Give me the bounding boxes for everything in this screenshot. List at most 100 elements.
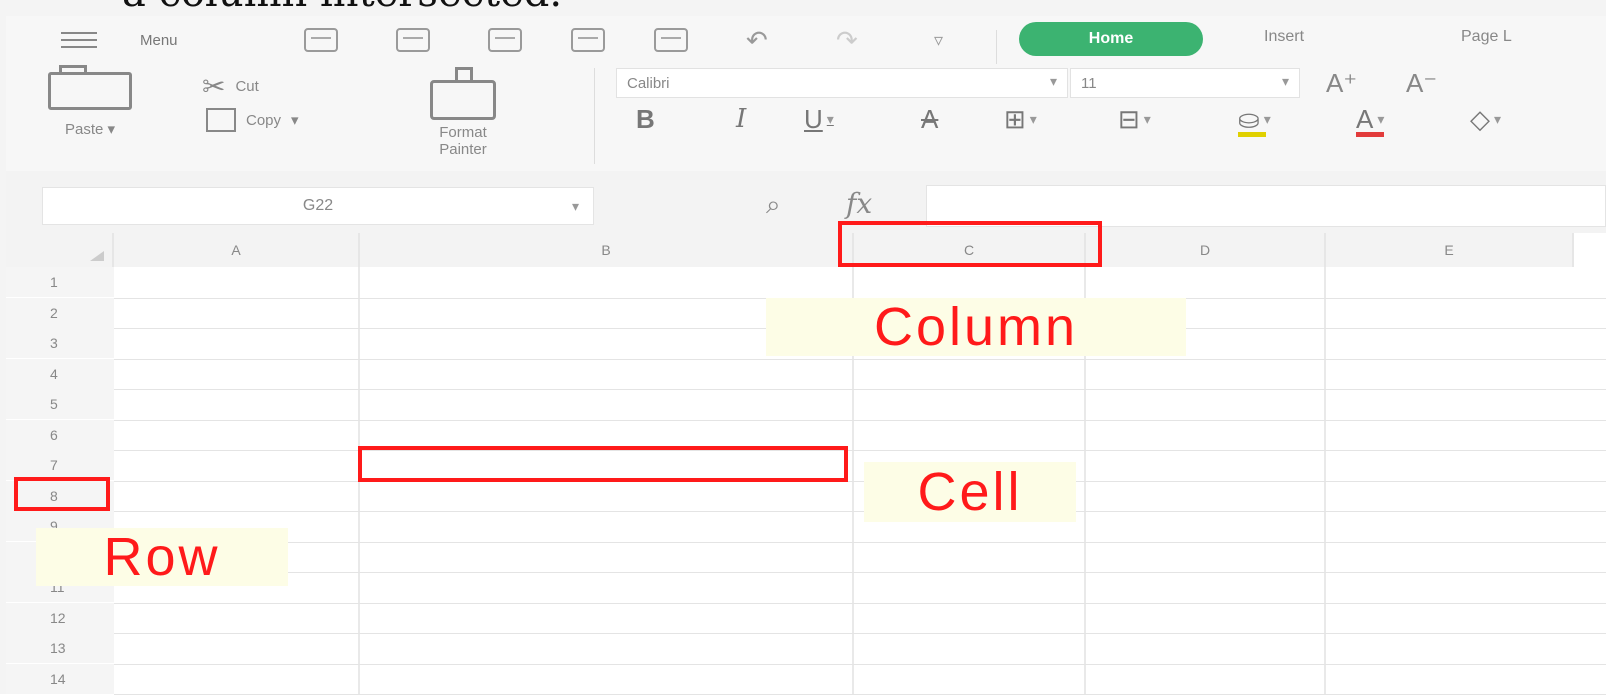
cell-annotation-label: Cell	[864, 462, 1076, 522]
toolbar-separator	[996, 30, 997, 64]
save-icon	[396, 28, 430, 52]
format-painter-label-1: Format	[439, 124, 487, 141]
menu-button[interactable]	[61, 26, 97, 54]
italic-button[interactable]: I	[736, 104, 746, 134]
save-button[interactable]	[396, 26, 430, 54]
font-family-value: Calibri	[627, 74, 670, 92]
print-icon	[571, 28, 605, 52]
row-header-2[interactable]: 2	[6, 297, 114, 328]
ribbon: Menu ↶ ↷ ▿ Home Insert Page L Paste ▾ ✂ …	[6, 16, 1606, 171]
open-file-button[interactable]	[304, 26, 338, 54]
font-size-select[interactable]: 11 ▾	[1070, 68, 1300, 98]
name-box[interactable]: G22 ▾	[42, 187, 594, 225]
name-box-value: G22	[302, 197, 334, 214]
tab-home[interactable]: Home	[1019, 22, 1203, 56]
strikethrough-button[interactable]: A	[921, 104, 938, 135]
font-color-button[interactable]: A ▾	[1356, 104, 1384, 137]
grow-font-icon: A⁺	[1326, 68, 1358, 98]
shrink-font-button[interactable]: A⁻	[1406, 68, 1437, 99]
tab-insert[interactable]: Insert	[1264, 28, 1304, 46]
redo-icon: ↷	[836, 25, 858, 55]
row-header-14[interactable]: 14	[6, 663, 114, 694]
hamburger-icon	[61, 32, 97, 48]
font-size-value: 11	[1081, 74, 1097, 92]
chevron-down-icon: ▾	[1281, 73, 1289, 89]
row-divider	[114, 572, 1606, 573]
merge-cells-button[interactable]: ⊟ ▾	[1118, 104, 1151, 135]
chevron-down-icon: ▾	[1263, 111, 1271, 127]
chevron-down-icon: ▾	[291, 112, 299, 129]
chevron-down-icon: ▾	[107, 121, 116, 138]
row-highlight-box	[14, 477, 110, 511]
merge-cells-icon: ⊟	[1118, 104, 1140, 134]
row-header-6[interactable]: 6	[6, 419, 114, 450]
grow-font-button[interactable]: A⁺	[1326, 68, 1357, 99]
print-preview-icon	[654, 28, 688, 52]
chevron-down-icon: ▾	[826, 111, 834, 127]
undo-icon: ↶	[746, 25, 768, 55]
undo-button[interactable]: ↶	[746, 26, 768, 54]
row-header-13[interactable]: 13	[6, 633, 114, 663]
cut-button[interactable]: ✂ Cut	[202, 70, 259, 103]
strikethrough-icon: A	[921, 104, 939, 134]
cut-label: Cut	[235, 78, 259, 95]
fill-color-button[interactable]: ⛀ ▾	[1238, 104, 1271, 137]
customize-dropdown-icon: ▿	[934, 30, 944, 50]
row-header-5[interactable]: 5	[6, 389, 114, 419]
font-family-select[interactable]: Calibri ▾	[616, 68, 1068, 98]
column-header-e[interactable]: E	[1326, 233, 1574, 267]
borders-button[interactable]: ⊞ ▾	[1004, 104, 1037, 135]
row-divider	[114, 358, 1606, 360]
row-header-4[interactable]: 4	[6, 358, 114, 389]
bold-icon: B	[636, 104, 655, 134]
print-preview-button[interactable]	[654, 26, 688, 54]
column-annotation-label: Column	[766, 298, 1186, 356]
copy-icon	[206, 108, 236, 132]
zoom-icon[interactable]: ⌕	[766, 189, 781, 221]
row-divider	[114, 541, 1606, 543]
clear-format-button[interactable]: ◇ ▾	[1470, 104, 1501, 135]
formula-bar: G22 ▾ ⌕ fx	[6, 171, 1606, 233]
column-header-a[interactable]: A	[114, 233, 360, 267]
chevron-down-icon: ▾	[1143, 111, 1151, 127]
menu-label-button[interactable]: Menu	[140, 26, 178, 54]
print-button[interactable]	[571, 26, 605, 54]
quick-access-toolbar: Menu ↶ ↷ ▿	[6, 16, 1606, 64]
row-header-3[interactable]: 3	[6, 328, 114, 358]
chevron-down-icon: ▾	[571, 197, 579, 214]
column-highlight-box	[838, 221, 1102, 267]
slide-top-strip: a column intersected.	[0, 0, 1606, 16]
italic-icon: I	[736, 104, 747, 134]
copy-button[interactable]: Copy ▾	[206, 108, 299, 132]
chevron-down-icon: ▾	[1029, 111, 1037, 127]
row-divider	[114, 663, 1606, 665]
row-header-12[interactable]: 12	[6, 602, 114, 633]
paste-label: Paste ▾	[64, 121, 116, 138]
slide-heading: a column intersected.	[122, 0, 562, 16]
row-header-1[interactable]: 1	[6, 267, 114, 297]
format-painter-button[interactable]: Format Painter	[430, 67, 496, 158]
row-divider	[114, 633, 1606, 634]
group-separator	[594, 68, 595, 164]
customize-toolbar-button[interactable]: ▿	[934, 26, 943, 54]
row-divider	[114, 450, 1606, 451]
paste-button[interactable]: Paste ▾	[48, 65, 132, 138]
underline-icon: U	[804, 104, 823, 134]
borders-icon: ⊞	[1004, 104, 1026, 134]
row-annotation-label: Row	[36, 528, 288, 586]
row-divider	[114, 419, 1606, 421]
tab-page-layout[interactable]: Page L	[1461, 28, 1512, 46]
menu-label: Menu	[140, 31, 178, 49]
export-pdf-button[interactable]	[488, 26, 522, 54]
select-all-corner[interactable]	[6, 233, 114, 267]
row-divider	[114, 602, 1606, 604]
row-divider	[114, 480, 1606, 482]
column-header-b[interactable]: B	[360, 233, 854, 267]
bold-button[interactable]: B	[636, 104, 655, 135]
row-header-7[interactable]: 7	[6, 450, 114, 480]
copy-label: Copy	[246, 111, 282, 129]
underline-button[interactable]: U ▾	[804, 104, 834, 135]
redo-button[interactable]: ↷	[836, 26, 858, 54]
column-header-d[interactable]: D	[1086, 233, 1326, 267]
fx-icon[interactable]: fx	[846, 187, 872, 220]
